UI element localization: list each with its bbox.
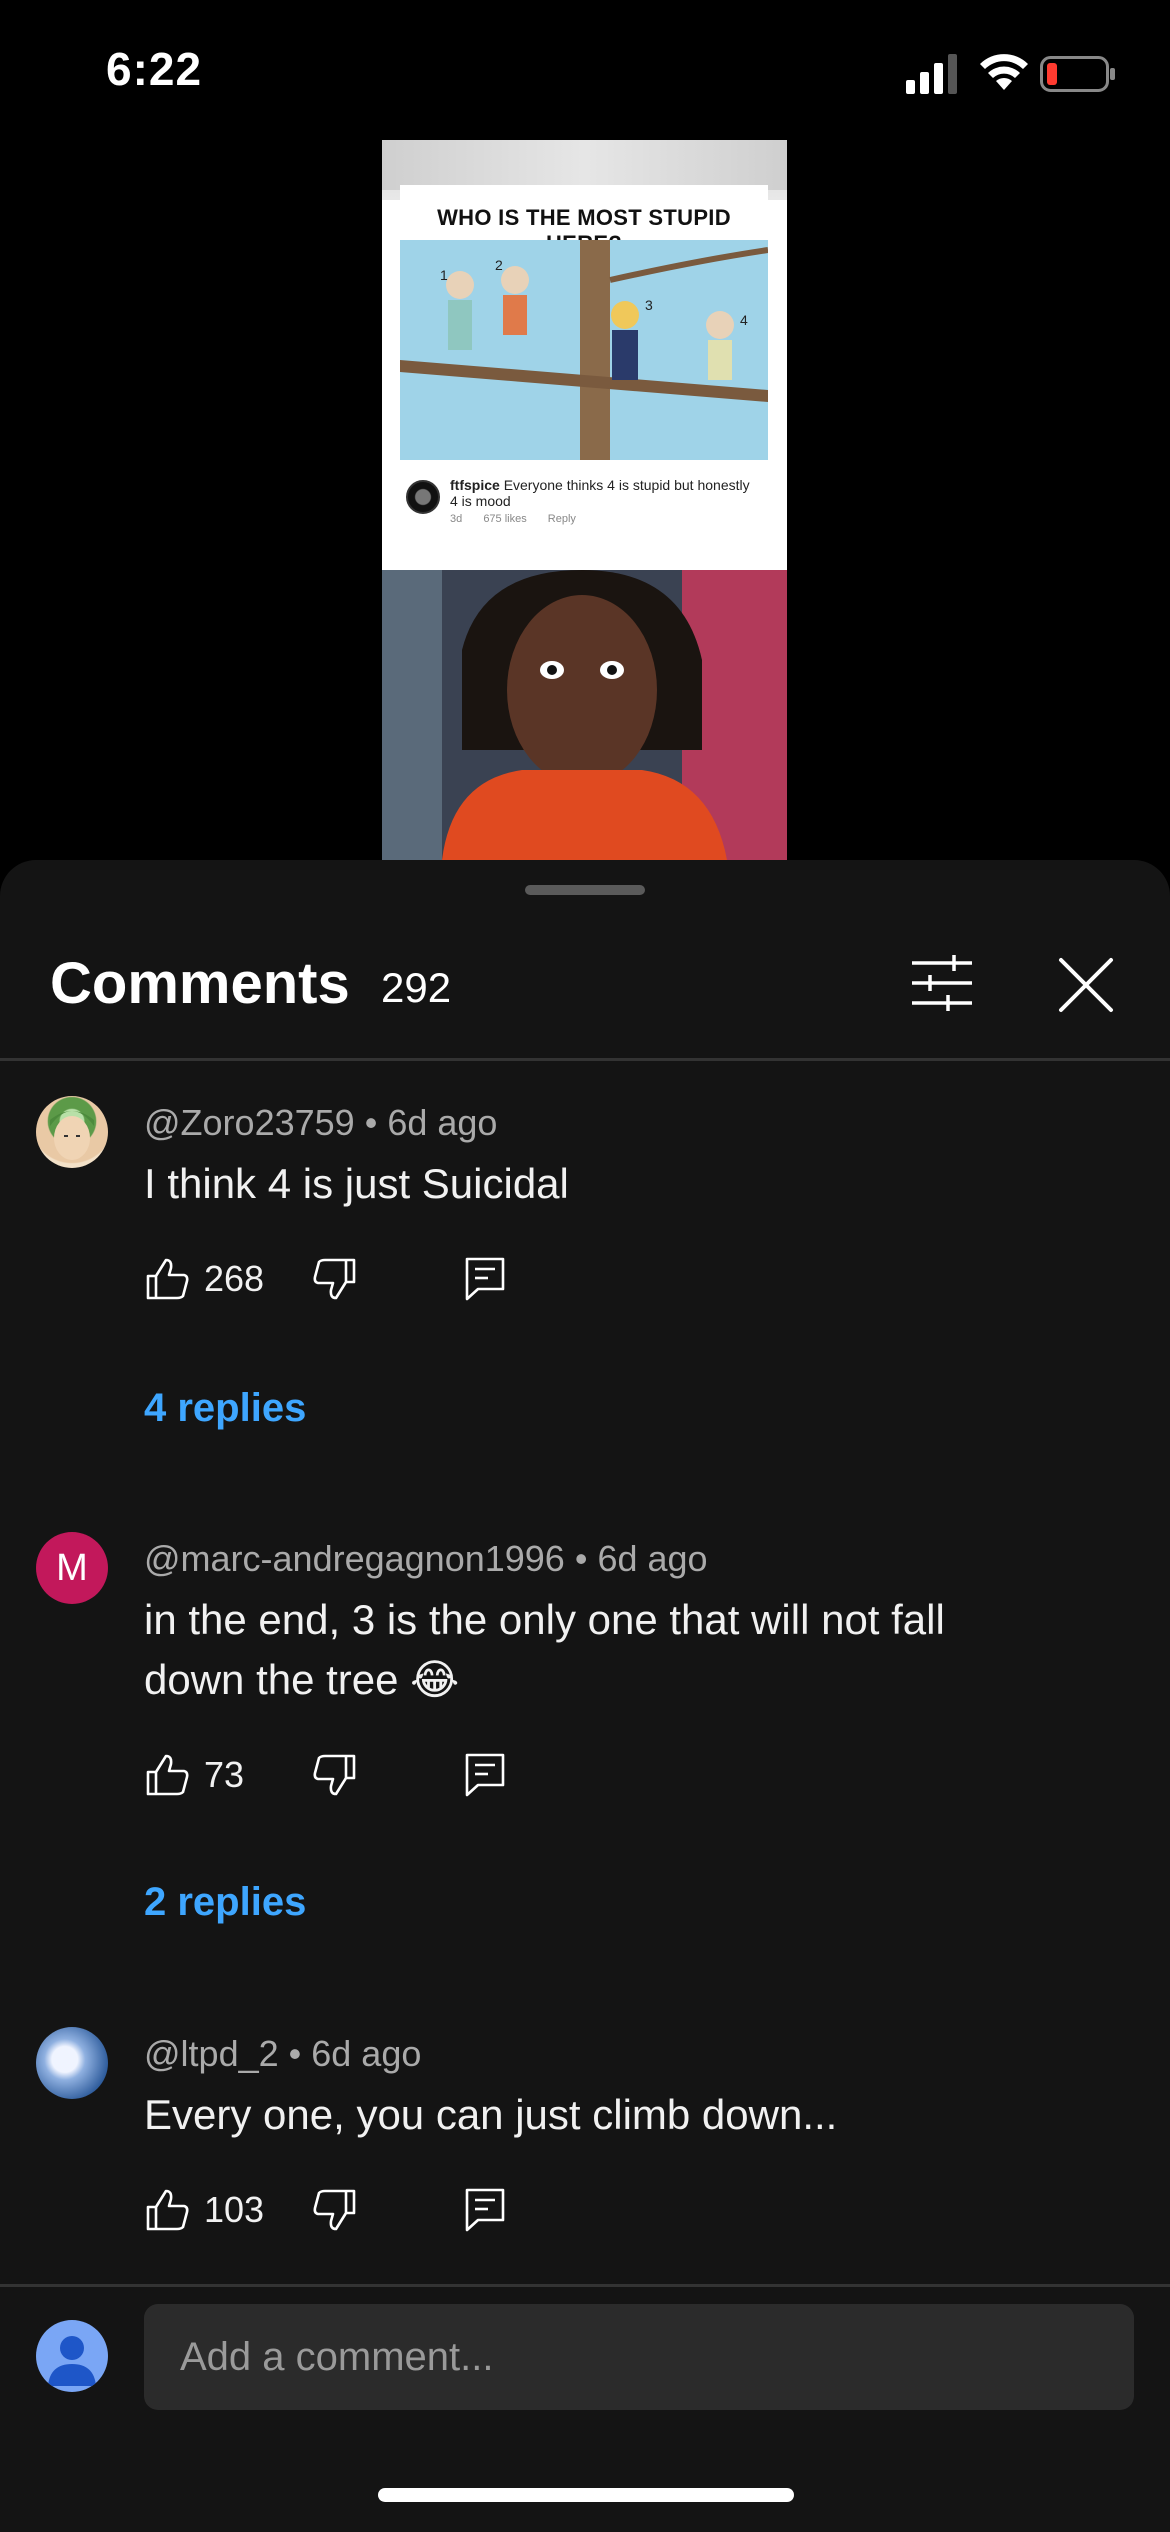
meta-separator: •	[364, 1102, 388, 1143]
comment-actions: 73	[144, 1752, 644, 1812]
thumbs-up-icon[interactable]	[144, 2187, 190, 2233]
comments-title: Comments	[50, 951, 350, 1016]
overlay-avatar	[406, 480, 440, 514]
meme-label-4: 4	[740, 312, 748, 328]
comment-time: 6d ago	[311, 2033, 422, 2074]
like-count: 103	[204, 2189, 265, 2230]
header-divider	[0, 1058, 1170, 1061]
meme-card: WHO IS THE MOST STUPID HERE? 1 2 3 4 ftf…	[400, 185, 768, 570]
meme-label-3: 3	[645, 297, 653, 313]
overlay-comment: ftfspice Everyone thinks 4 is stupid but…	[400, 465, 768, 545]
anime-avatar-icon	[50, 1111, 94, 1160]
thumbs-down-icon[interactable]	[312, 1256, 358, 1302]
meta-separator: •	[574, 1538, 598, 1579]
user-avatar-icon	[36, 2320, 108, 2392]
comment-time: 6d ago	[597, 1538, 708, 1579]
view-replies-button[interactable]: 4 replies	[144, 1386, 306, 1431]
reply-icon[interactable]	[464, 2187, 506, 2233]
comment-text: Every one, you can just climb down...	[144, 2091, 838, 2138]
comment-actions: 268	[144, 1256, 644, 1316]
comment-author[interactable]: @marc-andregagnon1996	[144, 1538, 565, 1579]
thumbs-up-icon[interactable]	[144, 1256, 190, 1302]
creator-face	[382, 570, 787, 860]
meta-separator: •	[288, 2033, 312, 2074]
view-replies-button[interactable]: 2 replies	[144, 1880, 306, 1925]
comment-text: I think 4 is just Suicidal	[144, 1160, 569, 1207]
meme-label-2: 2	[495, 257, 503, 273]
comment-actions: 103	[144, 2187, 644, 2247]
thumbs-up-icon[interactable]	[144, 1752, 190, 1798]
thumbs-down-icon[interactable]	[312, 1752, 358, 1798]
like-count: 268	[204, 1258, 265, 1299]
like-count: 73	[204, 1754, 245, 1795]
sliders-icon[interactable]	[910, 955, 974, 1011]
home-indicator[interactable]	[378, 2488, 794, 2502]
video-player[interactable]: WHO IS THE MOST STUPID HERE? 1 2 3 4 ftf…	[382, 140, 787, 860]
composer-divider	[0, 2284, 1170, 2287]
tree-illustration: 1 2 3 4	[400, 240, 768, 460]
overlay-likes: 675 likes	[483, 513, 527, 525]
avatar[interactable]	[36, 2027, 108, 2099]
status-bar: 6:22	[0, 0, 1170, 140]
video-ceiling	[382, 140, 787, 190]
comment-text: in the end, 3 is the only one that will …	[144, 1596, 945, 1703]
wifi-icon	[980, 54, 1028, 90]
overlay-age: 3d	[450, 513, 463, 525]
avatar[interactable]	[36, 1096, 108, 1168]
cellular-signal-icon	[906, 54, 957, 94]
battery-low-icon	[1040, 56, 1115, 92]
reply-icon[interactable]	[464, 1256, 506, 1302]
close-icon[interactable]	[1056, 955, 1116, 1015]
drag-handle[interactable]	[525, 885, 645, 895]
add-comment-input[interactable]	[144, 2304, 1134, 2410]
comment-author[interactable]: @Zoro23759	[144, 1102, 355, 1143]
meme-label-1: 1	[440, 267, 448, 283]
thumbs-down-icon[interactable]	[312, 2187, 358, 2233]
overlay-meta: 3d 675 likes Reply	[450, 513, 594, 525]
comments-count: 292	[381, 964, 452, 1011]
comment-author[interactable]: @ltpd_2	[144, 2033, 279, 2074]
reply-icon[interactable]	[464, 1752, 506, 1798]
overlay-username: ftfspice	[450, 477, 500, 493]
status-time: 6:22	[106, 43, 203, 95]
overlay-reply: Reply	[547, 513, 576, 525]
avatar[interactable]: M	[36, 1532, 108, 1604]
comment-time: 6d ago	[387, 1102, 498, 1143]
